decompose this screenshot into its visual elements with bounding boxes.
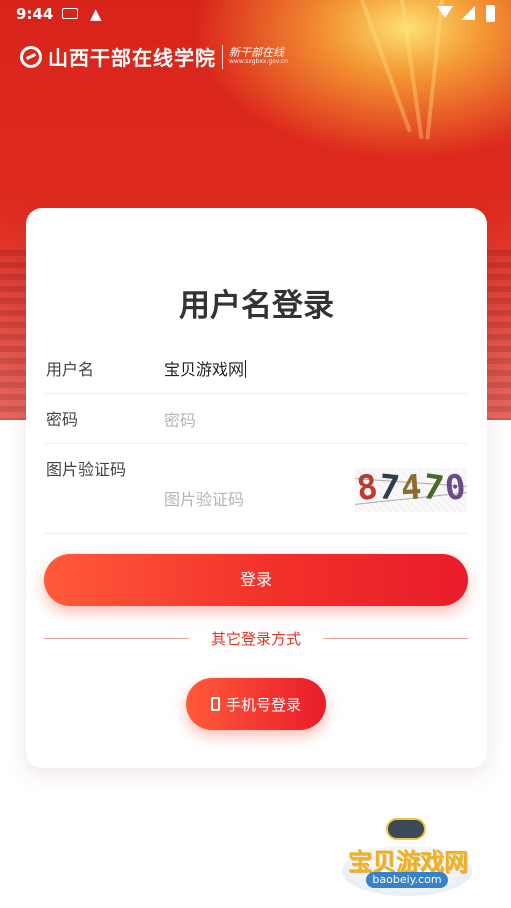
username-label: 用户名 xyxy=(46,360,95,379)
phone-icon xyxy=(210,697,220,711)
app-logo: 山西干部在线学院 新干部在线 www.sxgbxx.gov.cn xyxy=(20,42,288,71)
status-time: 9:44 xyxy=(16,5,54,23)
logo-divider xyxy=(222,44,223,69)
username-value: 宝贝游戏网 xyxy=(164,360,245,379)
login-card: 用户名登录 用户名 宝贝游戏网 密码 密码 图片验证码 图片验证码 87470 … xyxy=(26,208,487,768)
username-field[interactable]: 用户名 宝贝游戏网 xyxy=(44,344,468,394)
password-field[interactable]: 密码 密码 xyxy=(44,394,468,444)
password-input[interactable]: 密码 xyxy=(164,407,196,431)
divider-line-right xyxy=(323,638,468,639)
phone-login-label: 手机号登录 xyxy=(225,695,301,714)
wifi-icon xyxy=(437,6,453,18)
status-bar: 9:44 ▲ xyxy=(0,0,511,28)
page-title: 用户名登录 xyxy=(179,288,334,324)
captcha-character: 7 xyxy=(376,468,402,509)
captcha-image[interactable]: 87470 xyxy=(355,468,467,512)
battery-icon xyxy=(486,5,495,22)
captcha-label: 图片验证码 xyxy=(46,460,127,479)
captcha-character: 4 xyxy=(399,468,423,509)
phone-login-button[interactable]: 手机号登录 xyxy=(186,678,326,730)
watermark-url: baobeiy.com xyxy=(366,872,448,888)
other-login-label: 其它登录方式 xyxy=(210,630,301,648)
signal-icon xyxy=(461,6,475,20)
keyboard-icon xyxy=(62,8,78,19)
captcha-input[interactable]: 图片验证码 xyxy=(164,486,244,510)
captcha-character: 7 xyxy=(420,468,447,510)
logo-url: www.sxgbxx.gov.cn xyxy=(229,58,288,66)
divider-line-left xyxy=(44,638,189,639)
logo-subtitle: 新干部在线 www.sxgbxx.gov.cn xyxy=(229,47,288,66)
watermark-logo: 宝贝游戏网 baobeiy.com xyxy=(336,812,476,900)
captcha-character: 0 xyxy=(442,468,467,509)
login-screen: 9:44 ▲ 山西干部在线学院 新干部在线 www.sxgbxx.gov.cn … xyxy=(0,0,511,908)
username-input[interactable]: 宝贝游戏网 xyxy=(164,356,247,380)
gamepad-icon xyxy=(386,818,426,840)
captcha-field[interactable]: 图片验证码 图片验证码 87470 xyxy=(44,444,468,534)
other-login-divider: 其它登录方式 xyxy=(44,628,468,648)
warning-icon: ▲ xyxy=(90,5,102,23)
text-cursor xyxy=(245,360,247,378)
password-label: 密码 xyxy=(46,410,79,429)
login-button[interactable]: 登录 xyxy=(44,554,468,606)
logo-mark-icon xyxy=(20,45,42,68)
logo-title: 山西干部在线学院 xyxy=(48,46,216,70)
